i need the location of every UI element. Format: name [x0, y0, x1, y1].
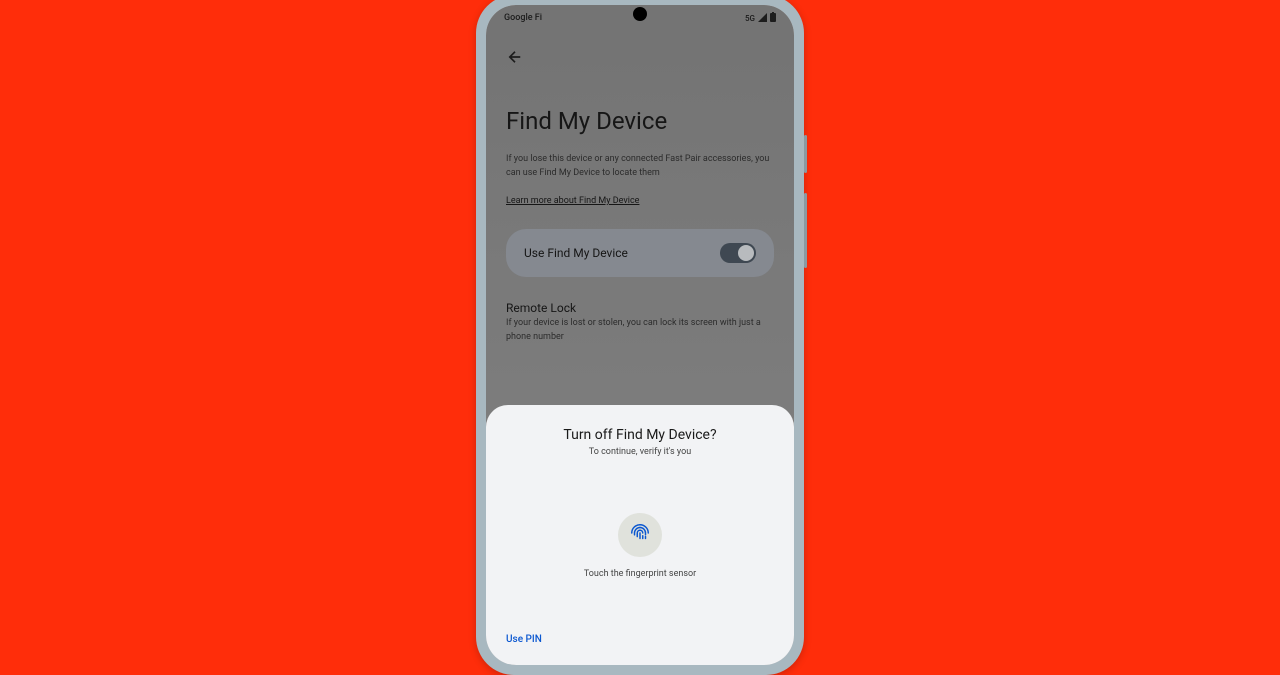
phone-side-buttons — [804, 135, 807, 288]
phone-volume-button — [804, 193, 807, 268]
toggle-switch[interactable] — [720, 243, 756, 263]
toggle-label: Use Find My Device — [524, 246, 628, 260]
fingerprint-icon — [629, 522, 651, 548]
fingerprint-area: Touch the fingerprint sensor — [506, 457, 774, 634]
remote-lock-title: Remote Lock — [506, 301, 774, 315]
phone-power-button — [804, 135, 807, 173]
back-button[interactable] — [506, 40, 774, 79]
dialog-subtitle: To continue, verify it's you — [506, 447, 774, 457]
page-title: Find My Device — [506, 107, 774, 135]
fingerprint-sensor[interactable] — [618, 513, 662, 557]
network-label: 5G — [745, 14, 755, 23]
toggle-knob — [738, 245, 754, 261]
phone-screen: Google Fi 5G Find My Device If you lose … — [486, 5, 794, 665]
learn-more-link[interactable]: Learn more about Find My Device — [506, 196, 639, 206]
camera-notch — [633, 7, 647, 21]
dialog-title: Turn off Find My Device? — [506, 427, 774, 443]
use-pin-button[interactable]: Use PIN — [506, 634, 774, 645]
settings-content: Find My Device If you lose this device o… — [486, 28, 794, 356]
carrier-label: Google Fi — [504, 13, 542, 23]
signal-icon — [758, 13, 767, 24]
fingerprint-hint: Touch the fingerprint sensor — [584, 569, 696, 579]
phone-frame: Google Fi 5G Find My Device If you lose … — [476, 0, 804, 675]
use-find-my-device-toggle-card[interactable]: Use Find My Device — [506, 229, 774, 277]
verify-dialog: Turn off Find My Device? To continue, ve… — [486, 405, 794, 665]
status-right: 5G — [745, 12, 776, 24]
page-description: If you lose this device or any connected… — [506, 153, 774, 180]
battery-icon — [770, 12, 776, 24]
remote-lock-description: If your device is lost or stolen, you ca… — [506, 317, 774, 344]
